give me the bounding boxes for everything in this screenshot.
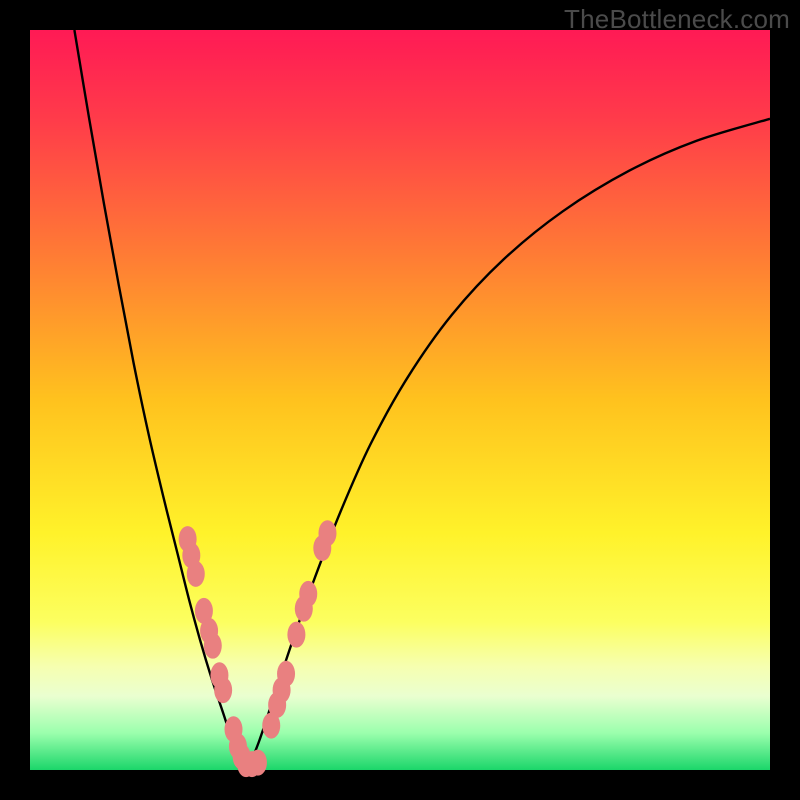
- watermark-text: TheBottleneck.com: [564, 4, 790, 35]
- data-marker: [214, 677, 232, 703]
- curve-right-branch: [248, 119, 770, 770]
- curve-svg: [30, 30, 770, 770]
- chart-frame: TheBottleneck.com: [0, 0, 800, 800]
- data-marker: [287, 622, 305, 648]
- data-marker: [249, 750, 267, 776]
- data-marker: [277, 661, 295, 687]
- plot-area: [30, 30, 770, 770]
- data-marker: [299, 581, 317, 607]
- data-marker: [318, 520, 336, 546]
- curve-left-branch: [74, 30, 247, 770]
- data-marker: [204, 633, 222, 659]
- data-marker: [187, 561, 205, 587]
